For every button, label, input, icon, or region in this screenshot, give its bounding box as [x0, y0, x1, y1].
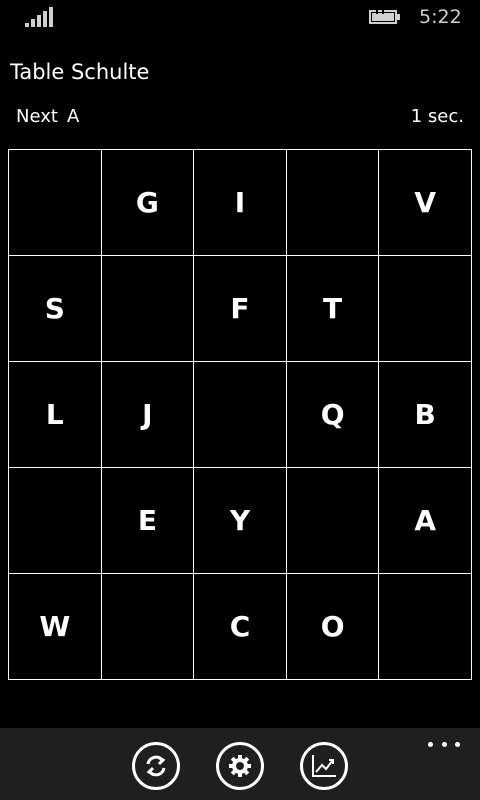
grid-cell[interactable]: O	[286, 574, 380, 680]
schulte-grid: G I V S F T L J Q B E Y A W C O	[8, 149, 472, 680]
statistics-button[interactable]	[300, 742, 348, 790]
grid-cell[interactable]: Q	[286, 362, 380, 468]
more-ellipsis-icon[interactable]	[428, 736, 460, 752]
status-time: 5:22	[419, 6, 462, 28]
grid-cell[interactable]: B	[379, 362, 472, 468]
refresh-icon	[146, 755, 166, 777]
battery-charging-icon	[369, 9, 400, 24]
grid-cell[interactable]	[286, 468, 380, 574]
grid-cell[interactable]: I	[194, 150, 287, 256]
grid-cell[interactable]: V	[379, 150, 472, 256]
status-bar: 5:22	[0, 0, 480, 32]
next-target-letter: A	[67, 106, 80, 127]
next-label: Next	[16, 106, 58, 127]
grid-cell[interactable]	[379, 574, 472, 680]
settings-icon	[229, 755, 251, 777]
grid-cell[interactable]: F	[194, 256, 287, 362]
grid-cell[interactable]: T	[286, 256, 380, 362]
grid-cell[interactable]: E	[101, 468, 195, 574]
statistics-chart-icon	[312, 755, 336, 777]
refresh-button[interactable]	[132, 742, 180, 790]
grid-cell[interactable]: Y	[194, 468, 287, 574]
grid-cell[interactable]	[379, 256, 472, 362]
grid-cell[interactable]	[101, 256, 195, 362]
signal-strength-icon	[25, 7, 53, 27]
grid-cell[interactable]: S	[9, 256, 102, 362]
grid-cell[interactable]: C	[194, 574, 287, 680]
settings-button[interactable]	[216, 742, 264, 790]
grid-cell[interactable]: G	[101, 150, 195, 256]
grid-cell[interactable]	[286, 150, 380, 256]
grid-cell[interactable]	[9, 150, 102, 256]
grid-cell[interactable]: W	[9, 574, 102, 680]
grid-cell[interactable]	[101, 574, 195, 680]
grid-cell[interactable]	[194, 362, 287, 468]
grid-cell[interactable]: J	[101, 362, 195, 468]
grid-cell[interactable]: A	[379, 468, 472, 574]
info-row: Next A 1 sec.	[0, 106, 480, 132]
timer-readout: 1 sec.	[410, 106, 464, 127]
app-bar	[0, 728, 480, 800]
grid-cell[interactable]	[9, 468, 102, 574]
grid-cell[interactable]: L	[9, 362, 102, 468]
page-title: Table Schulte	[10, 60, 150, 84]
